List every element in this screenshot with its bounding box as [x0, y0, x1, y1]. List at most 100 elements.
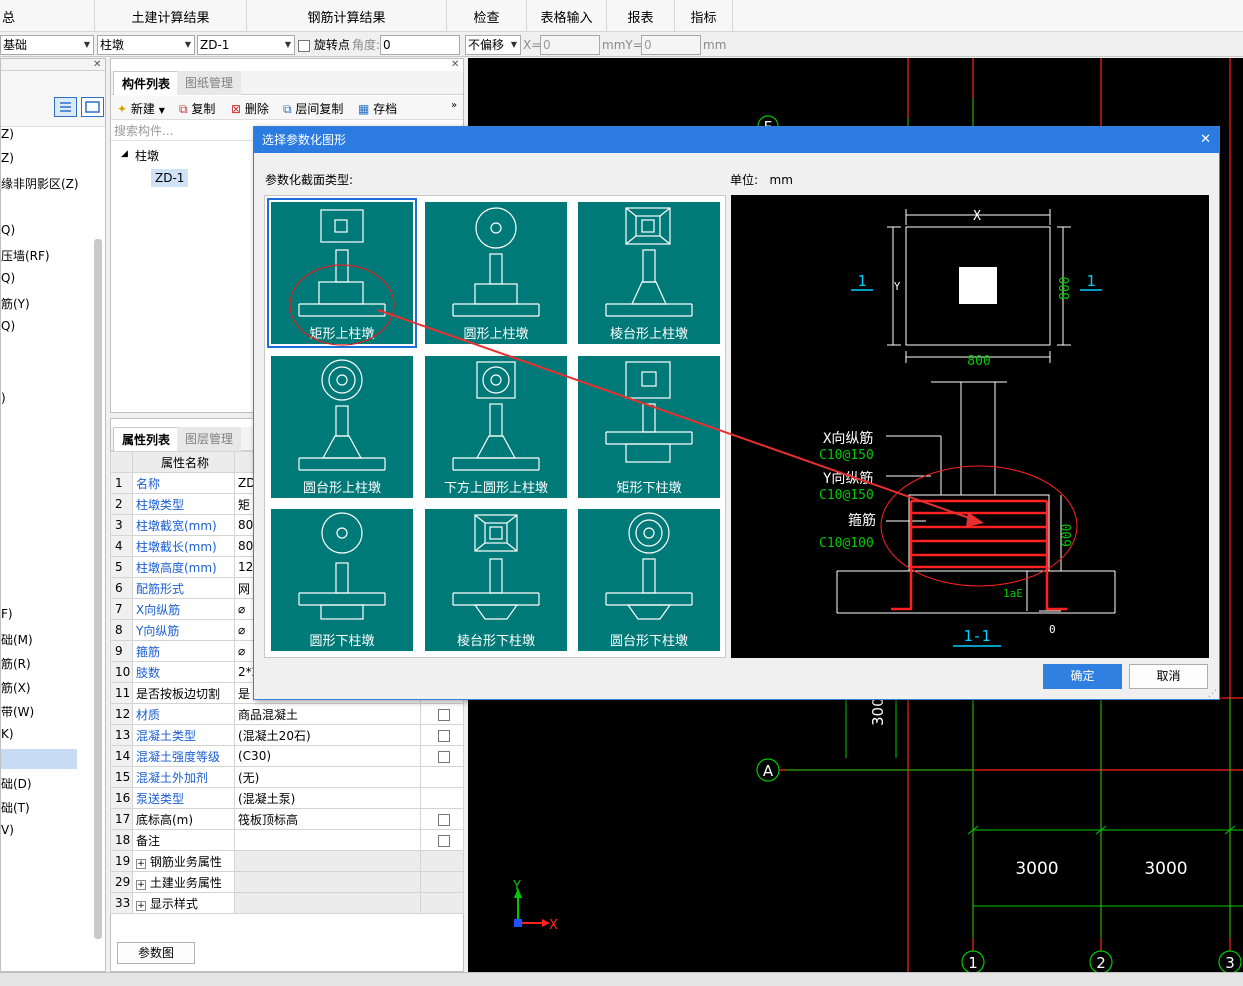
property-value[interactable]: (C30) — [234, 745, 421, 767]
tab-component-list[interactable]: 构件列表 — [113, 71, 180, 95]
tab-property-list[interactable]: 属性列表 — [113, 427, 180, 451]
save-button[interactable]: ▦ 存档 — [358, 100, 397, 117]
list-view-icon[interactable] — [54, 97, 77, 117]
append-checkbox[interactable] — [420, 829, 464, 851]
expand-icon[interactable]: + — [136, 858, 146, 869]
nav-item[interactable]: Q) — [1, 319, 15, 333]
shape-tile-circle-lower[interactable]: 圆形下柱墩 — [271, 509, 413, 651]
tab-layer-manage[interactable]: 图层管理 — [177, 427, 242, 451]
row-number: 8 — [110, 619, 133, 641]
nav-item[interactable]: F) — [1, 607, 13, 621]
rotate-checkbox[interactable] — [298, 39, 310, 52]
property-value[interactable]: (无) — [234, 766, 421, 788]
floor-select[interactable]: 基础 ▼ — [0, 35, 94, 55]
append-checkbox[interactable] — [420, 724, 464, 746]
delete-button[interactable]: ⊠ 删除 — [231, 100, 269, 117]
property-name: 泵送类型 — [132, 787, 235, 809]
menu-summary[interactable]: 总 — [0, 0, 95, 32]
param-diagram-button[interactable]: 参数图 — [117, 942, 195, 964]
property-append — [420, 787, 464, 809]
nav-item[interactable]: 础(M) — [1, 631, 33, 648]
rotate-checkbox-wrap[interactable]: 旋转点 — [298, 35, 350, 55]
row-number: 4 — [110, 535, 133, 557]
dim-800-vertical: 800 — [1058, 277, 1073, 300]
shape-tile-circle-upper[interactable]: 圆形上柱墩 — [425, 202, 567, 344]
append-checkbox[interactable] — [420, 745, 464, 767]
tab-drawing-manage[interactable]: 图纸管理 — [177, 71, 242, 95]
nav-scrollbar[interactable] — [94, 239, 102, 939]
angle-input[interactable]: 0 — [380, 35, 460, 55]
dim-800-horizontal: 800 — [967, 354, 990, 369]
tile-label: 圆形上柱墩 — [463, 327, 529, 342]
shape-tile-cone-lower[interactable]: 圆台形下柱墩 — [578, 509, 720, 651]
property-append — [420, 892, 464, 914]
ok-button[interactable]: 确定 — [1043, 664, 1122, 689]
nav-item[interactable]: 缘非阴影区(Z) — [1, 175, 79, 192]
nav-selected-row[interactable] — [1, 749, 77, 769]
menu-indicator[interactable]: 指标 — [675, 0, 733, 32]
x-input[interactable]: 0 — [540, 35, 600, 55]
shape-tile-frustum-lower[interactable]: 棱台形下柱墩 — [425, 509, 567, 651]
property-value[interactable]: 筏板顶标高 — [234, 808, 421, 830]
cancel-button[interactable]: 取消 — [1129, 664, 1208, 689]
nav-item[interactable]: 筋(X) — [1, 679, 31, 696]
property-group[interactable]: + 土建业务属性 — [132, 871, 235, 893]
menu-rebar-results[interactable]: 钢筋计算结果 — [247, 0, 447, 32]
copy-button[interactable]: ⧉ 复制 — [179, 100, 215, 117]
nav-item[interactable]: 压墙(RF) — [1, 247, 50, 264]
menu-table-input[interactable]: 表格输入 — [527, 0, 607, 32]
property-value — [234, 850, 421, 872]
copy-icon: ⧉ — [179, 102, 188, 116]
property-value[interactable]: 商品混凝土 — [234, 703, 421, 725]
property-group[interactable]: + 显示样式 — [132, 892, 235, 914]
tile-label: 棱台形下柱墩 — [456, 634, 535, 649]
resize-grip-icon[interactable]: ⋰ — [1208, 689, 1217, 699]
card-view-icon[interactable] — [81, 97, 104, 117]
y-input[interactable]: 0 — [641, 35, 701, 55]
append-checkbox[interactable] — [420, 703, 464, 725]
nav-item[interactable]: Z) — [1, 127, 14, 141]
property-value[interactable]: (混凝土泵) — [234, 787, 421, 809]
append-checkbox[interactable] — [420, 808, 464, 830]
property-group[interactable]: + 钢筋业务属性 — [132, 850, 235, 872]
tree-collapse-icon[interactable]: ◢ — [121, 149, 128, 159]
property-name: 柱墩截宽(mm) — [132, 514, 235, 536]
nav-item[interactable]: K) — [1, 727, 14, 741]
property-value[interactable] — [234, 829, 421, 851]
dim-text-3000: 3000 — [1144, 859, 1187, 879]
offset-select[interactable]: 不偏移 ▼ — [465, 35, 521, 55]
property-name: 底标高(m) — [132, 808, 235, 830]
nav-item[interactable]: 础(T) — [1, 799, 30, 816]
expand-icon[interactable]: + — [136, 900, 146, 911]
close-icon[interactable]: ✕ — [93, 59, 101, 70]
nav-item[interactable]: 础(D) — [1, 775, 32, 792]
shape-tile-rect-upper[interactable]: 矩形上柱墩 — [267, 198, 417, 348]
shape-tile-square-round-upper[interactable]: 下方上圆形上柱墩 — [425, 356, 567, 498]
nav-item[interactable]: Q) — [1, 223, 15, 237]
tree-item-zd1[interactable]: ZD-1 — [151, 169, 189, 187]
menu-check[interactable]: 检查 — [447, 0, 527, 32]
expand-icon[interactable]: + — [136, 879, 146, 890]
more-icon[interactable]: » — [451, 100, 457, 111]
new-button[interactable]: ✦ 新建 ▼ — [117, 100, 165, 117]
nav-item[interactable]: ) — [1, 391, 6, 405]
shape-tile-cone-upper[interactable]: 圆台形上柱墩 — [271, 356, 413, 498]
nav-item[interactable]: V) — [1, 823, 14, 837]
property-value[interactable]: (混凝土20石) — [234, 724, 421, 746]
nav-item[interactable]: 带(W) — [1, 703, 34, 720]
shape-tile-rect-lower[interactable]: 矩形下柱墩 — [578, 356, 720, 498]
close-icon[interactable]: ✕ — [1200, 127, 1211, 153]
y-rebar-spec: C10@150 — [819, 488, 874, 503]
component-select[interactable]: ZD-1 ▼ — [197, 35, 295, 55]
menu-report[interactable]: 报表 — [607, 0, 675, 32]
nav-item[interactable]: 筋(Y) — [1, 295, 30, 312]
shape-tile-frustum-upper[interactable]: 棱台形上柱墩 — [578, 202, 720, 344]
nav-item[interactable]: 筋(R) — [1, 655, 31, 672]
tree-root[interactable]: 柱墩 — [135, 147, 159, 164]
nav-item[interactable]: Q) — [1, 271, 15, 285]
category-select[interactable]: 柱墩 ▼ — [97, 35, 195, 55]
floor-copy-button[interactable]: ⧉ 层间复制 — [283, 100, 343, 117]
close-icon[interactable]: ✕ — [451, 59, 459, 70]
menu-civil-results[interactable]: 土建计算结果 — [95, 0, 247, 32]
nav-item[interactable]: Z) — [1, 151, 14, 165]
